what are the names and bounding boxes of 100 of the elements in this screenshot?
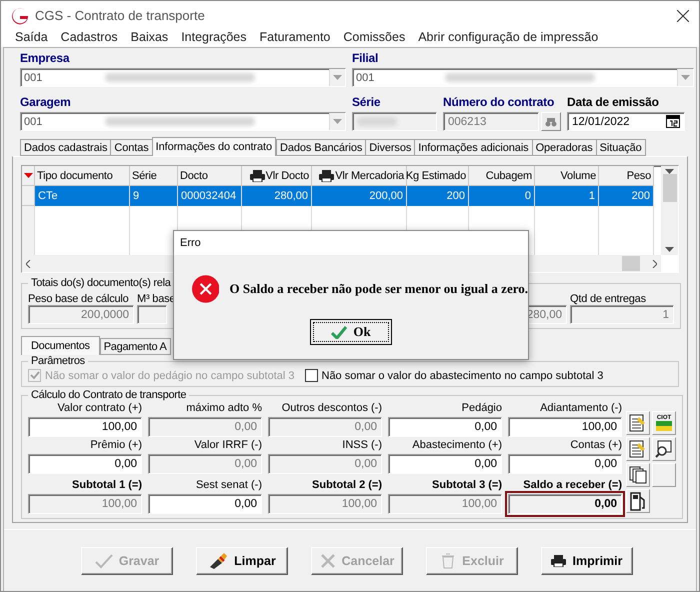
fuel-pump-icon [630,491,646,511]
caret-icon [24,173,32,178]
column-header[interactable]: Docto [178,166,242,186]
tool-button[interactable] [626,463,650,487]
number-field[interactable]: 0,00 [148,454,262,474]
column-header[interactable]: Kg Estimado [407,166,469,186]
checkmark-icon [30,371,40,380]
number-field[interactable]: 0,00 [508,494,622,514]
field-label: máximo adto % [186,401,262,415]
number-field[interactable]: 100,00 [388,494,502,514]
scroll-left-icon[interactable] [26,260,31,268]
group-title: Totais do(s) documento(s) rela [30,277,172,289]
number-field[interactable]: 0,00 [388,454,502,474]
dropdown-field[interactable]: 001 [352,68,694,87]
tab[interactable]: Dados cadastrais [20,139,112,156]
column-header[interactable]: Série [130,166,178,186]
search-button[interactable] [541,112,561,131]
number-field[interactable]: 100,00 [508,417,622,437]
column-header[interactable]: Vlr Mercadoria [312,166,407,186]
action-button[interactable]: Imprimir [541,546,633,574]
menu-item[interactable]: Abrir configuração de impressão [418,30,598,44]
number-field[interactable]: 0,00 [28,454,142,474]
cross-icon [320,552,336,568]
table-cell: 1 [535,186,599,206]
printer-icon [319,170,334,182]
checkmark-icon [331,326,348,338]
field-label: Série [352,95,380,110]
scroll-right-icon[interactable] [652,260,657,268]
column-header[interactable]: Vlr Docto [242,166,312,186]
date-field[interactable]: 12/01/2022 [567,112,685,131]
field-label: Filial [352,51,378,66]
field-label: INSS (-) [342,438,382,452]
tab[interactable]: Operadoras [532,139,597,156]
menu-item[interactable]: Cadastros [60,30,118,44]
number-field[interactable]: 0,00 [268,454,382,474]
vertical-scrollbar[interactable] [661,166,678,255]
checkmark-icon [94,552,113,568]
table-cell: 9 [130,186,178,206]
spreadsheet-icon [629,414,647,432]
number-field[interactable]: 100,00 [28,494,142,514]
field-label: Peso base de cálculo [28,293,129,305]
caret-icon [333,75,342,80]
eraser-icon [208,552,228,570]
checkbox[interactable]: Não somar o valor do abastecimento no campo subtotal 3 [304,369,604,382]
spreadsheet-icon [629,440,647,458]
close-icon[interactable] [677,10,689,22]
tab[interactable]: Diversos [365,139,416,156]
tool-button[interactable] [626,437,650,461]
tab[interactable]: Contas [110,139,153,156]
tab[interactable]: Pagamento A [100,338,171,355]
flag-icon [656,421,672,431]
trash-icon [440,552,456,568]
menu-item[interactable]: Faturamento [260,30,330,44]
tab[interactable]: Informações adicionais [414,139,533,156]
pages-icon [629,466,647,484]
table-cell: 280,00 [242,186,312,206]
window-title: CGS - Contrato de transporte [35,8,206,24]
column-header[interactable]: Volume [535,166,599,186]
printer-icon [551,554,566,566]
printer-icon [250,170,265,182]
dropdown-field[interactable]: 001 [20,112,346,131]
number-field[interactable]: 0,00 [268,417,382,437]
table-cell: CTe [35,186,130,206]
menu-item[interactable]: Saída [15,30,48,44]
dropdown-field[interactable]: 001 [20,68,346,87]
tool-button[interactable] [626,411,650,435]
table-cell: 0 [469,186,535,206]
column-header[interactable]: Peso [599,166,654,186]
column-header[interactable]: Tipo documento [35,166,130,186]
number-field[interactable]: 0,00 [148,494,262,514]
field-label: Subtotal 3 (=) [432,478,502,492]
field-label: Prêmio (+) [90,438,142,452]
field-label: Pedágio [462,401,502,415]
document-search-icon [655,440,673,458]
menu-item[interactable]: Integrações [181,30,247,44]
text-field[interactable]: 006213 [443,112,539,131]
column-header[interactable]: Cubagem [469,166,535,186]
field-label: Adiantamento (-) [540,401,622,415]
tool-button[interactable] [652,437,676,461]
number-field[interactable]: 0,00 [388,417,502,437]
number-field[interactable]: 0,00 [508,454,622,474]
menu-item[interactable]: Comissões [343,30,406,44]
tab[interactable]: Informações do contrato [152,137,276,156]
tab[interactable]: Documentos [21,336,100,355]
number-field[interactable]: 100,00 [28,417,142,437]
tab[interactable]: Situação [596,139,646,156]
table-cell: 200,00 [312,186,407,206]
app-logo-icon [11,6,29,25]
field-label: Data de emissão [567,95,659,110]
tool-button[interactable] [626,489,650,513]
text-field[interactable] [352,112,437,131]
tab[interactable]: Dados Bancários [276,139,366,156]
table-cell: 200 [599,186,654,206]
caret-icon [333,119,342,124]
menu-item[interactable]: Baixas [130,30,168,44]
number-field[interactable]: 100,00 [268,494,382,514]
field-label: Garagem [20,95,71,110]
ok-button[interactable]: Ok [310,319,392,345]
action-button[interactable]: Limpar [196,546,288,574]
number-field[interactable]: 0,00 [148,417,262,437]
